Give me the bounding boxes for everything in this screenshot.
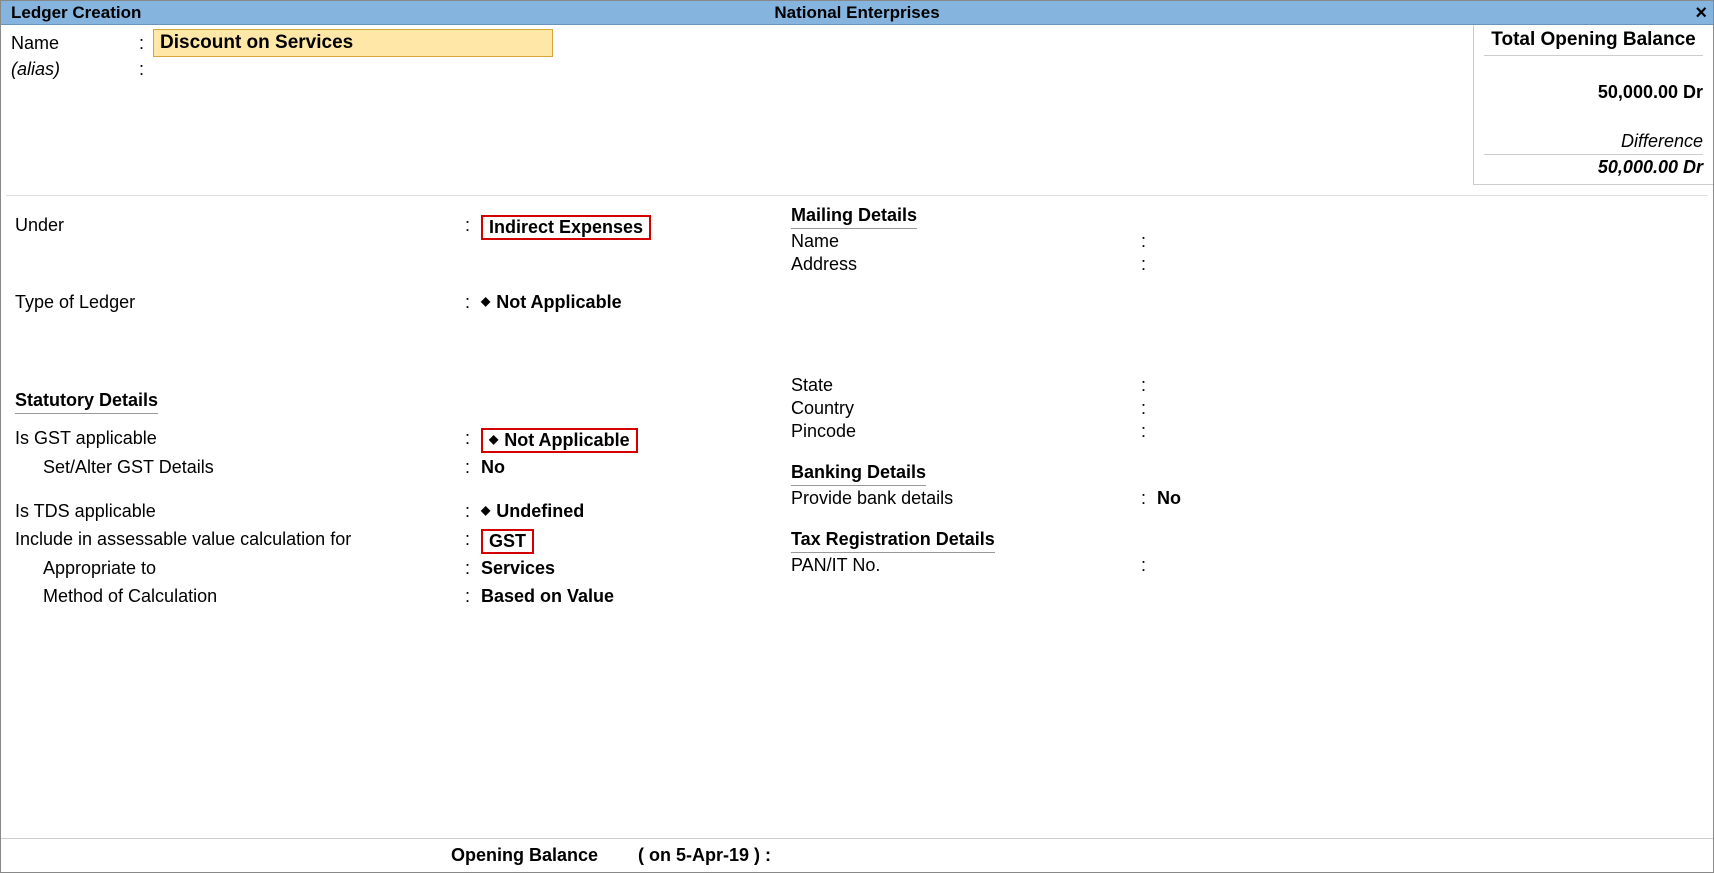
colon: : (465, 586, 481, 610)
provide-bank-value[interactable]: No (1157, 488, 1181, 509)
ledger-name-block: Name : Discount on Services (alias) : (11, 29, 571, 82)
mailing-name-label: Name (791, 231, 1141, 252)
provide-bank-label: Provide bank details (791, 488, 1141, 509)
pan-label: PAN/IT No. (791, 555, 1141, 576)
opening-balance-panel: Total Opening Balance 50,000.00 Dr Diffe… (1473, 25, 1713, 185)
colon: : (1141, 375, 1157, 396)
ledger-name-input[interactable]: Discount on Services (153, 29, 553, 57)
colon: : (139, 59, 153, 80)
titlebar: Ledger Creation National Enterprises × (1, 1, 1713, 25)
under-label: Under (15, 215, 465, 240)
difference-value: 50,000.00 Dr (1484, 157, 1703, 178)
country-label: Country (791, 398, 1141, 419)
gst-applicable-label: Is GST applicable (15, 428, 465, 453)
colon: : (1141, 231, 1157, 252)
method-calc-value[interactable]: Based on Value (481, 586, 614, 610)
colon: : (465, 529, 481, 554)
alias-label: (alias) (11, 59, 139, 80)
colon: : (465, 428, 481, 453)
under-value[interactable]: Indirect Expenses (481, 215, 651, 240)
divider (6, 195, 1708, 196)
content-area: Name : Discount on Services (alias) : To… (1, 25, 1713, 872)
gst-applicable-value[interactable]: Not Applicable (481, 428, 638, 453)
opening-balance-date: ( on 5-Apr-19 ) : (638, 845, 771, 866)
tds-applicable-label: Is TDS applicable (15, 501, 465, 525)
colon: : (465, 457, 481, 481)
opening-balance-label: Opening Balance (451, 845, 598, 866)
type-of-ledger-label: Type of Ledger (15, 292, 465, 316)
tax-registration-head: Tax Registration Details (791, 529, 995, 553)
set-alter-gst-label: Set/Alter GST Details (15, 457, 465, 481)
set-alter-gst-value[interactable]: No (481, 457, 505, 481)
type-of-ledger-value[interactable]: Not Applicable (481, 292, 622, 316)
opening-balance-bar: Opening Balance ( on 5-Apr-19 ) : (1, 838, 1713, 866)
mailing-details-head: Mailing Details (791, 205, 917, 229)
difference-label: Difference (1484, 131, 1703, 155)
colon: : (1141, 398, 1157, 419)
appropriate-to-label: Appropriate to (15, 558, 465, 582)
colon: : (139, 33, 153, 54)
colon: : (1141, 488, 1157, 509)
screen-title: Ledger Creation (1, 3, 141, 23)
include-assessable-label: Include in assessable value calculation … (15, 529, 465, 554)
state-label: State (791, 375, 1141, 396)
opening-balance-title: Total Opening Balance (1484, 29, 1703, 56)
colon: : (465, 292, 481, 316)
opening-balance-value: 50,000.00 Dr (1484, 82, 1703, 103)
left-column: Under : Indirect Expenses Type of Ledger… (15, 215, 765, 614)
name-label: Name (11, 33, 139, 54)
pincode-label: Pincode (791, 421, 1141, 442)
method-calc-label: Method of Calculation (15, 586, 465, 610)
colon: : (465, 501, 481, 525)
banking-details-head: Banking Details (791, 462, 926, 486)
tds-applicable-value[interactable]: Undefined (481, 501, 584, 525)
include-assessable-value[interactable]: GST (481, 529, 534, 554)
colon: : (465, 558, 481, 582)
address-label: Address (791, 254, 1141, 275)
colon: : (465, 215, 481, 240)
appropriate-to-value[interactable]: Services (481, 558, 555, 582)
close-icon[interactable]: × (1695, 3, 1707, 23)
company-name: National Enterprises (774, 3, 939, 23)
colon: : (1141, 555, 1157, 576)
colon: : (1141, 421, 1157, 442)
colon: : (1141, 254, 1157, 275)
statutory-details-head: Statutory Details (15, 390, 158, 414)
right-column: Mailing Details Name : Address : State :… (791, 205, 1431, 578)
